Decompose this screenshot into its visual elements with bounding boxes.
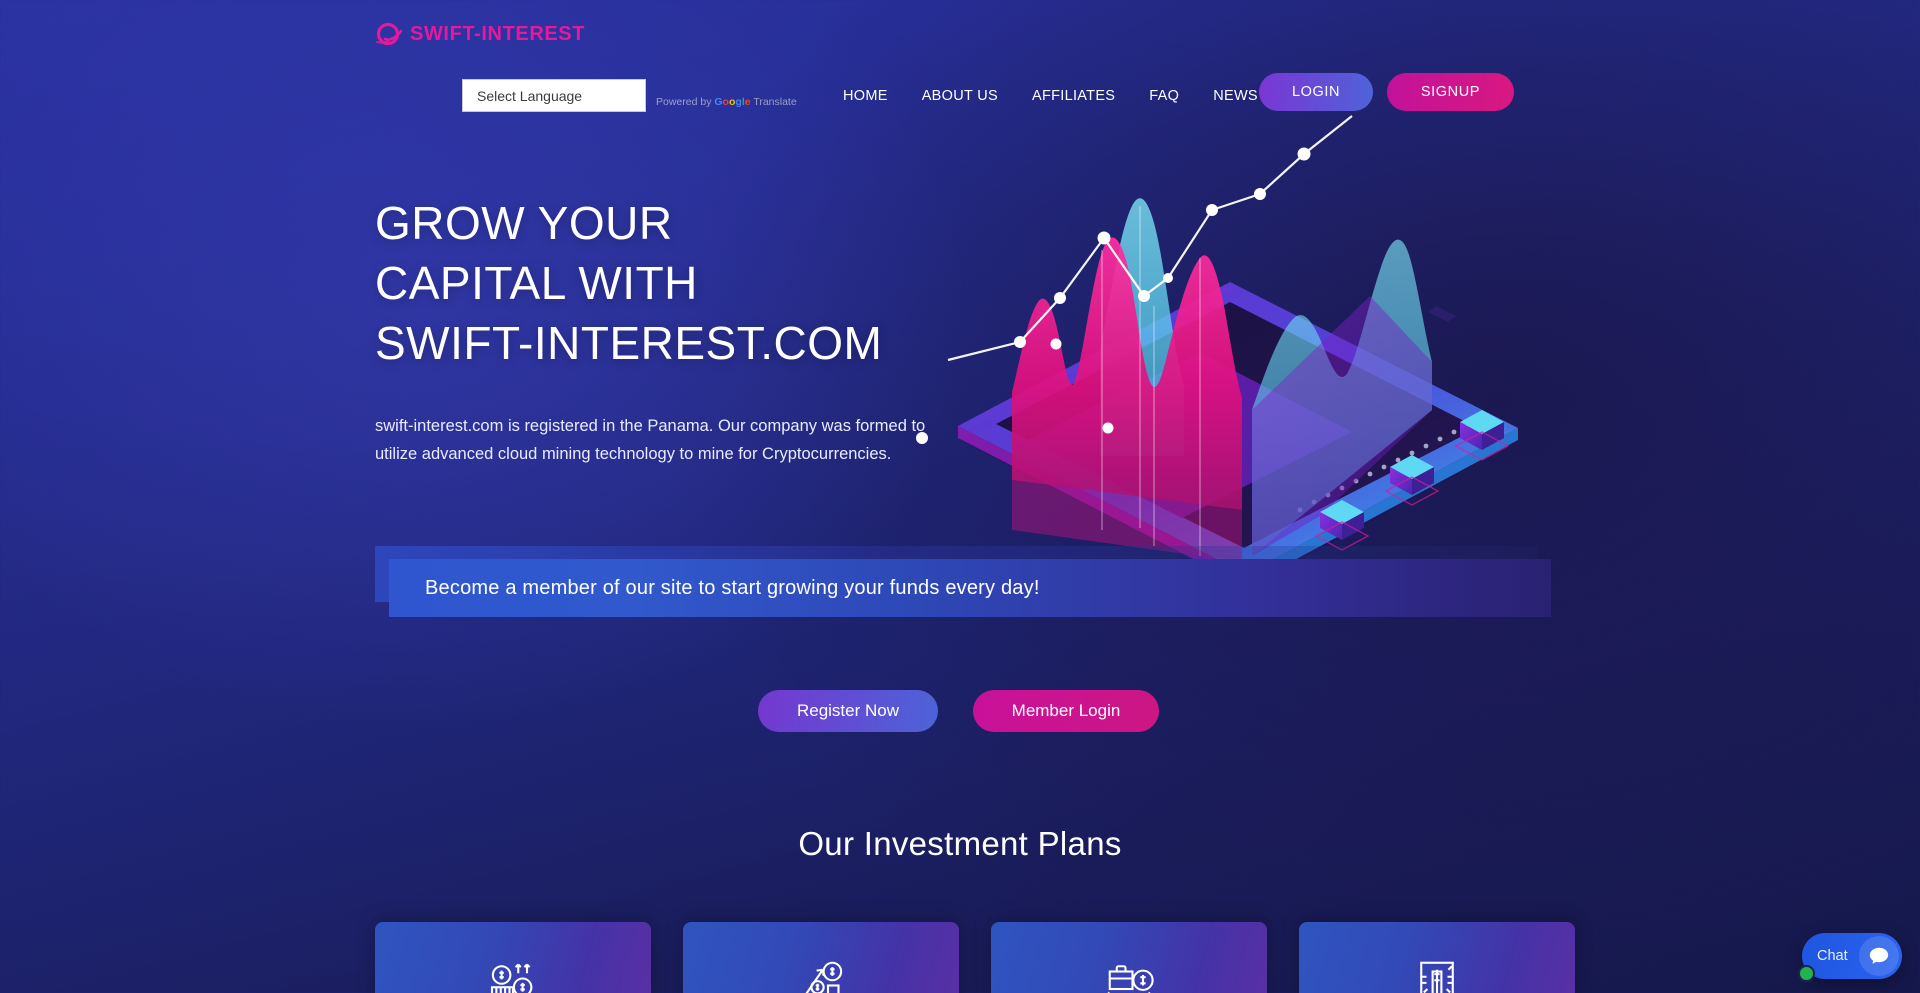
hero-banner: Become a member of our site to start gro…: [389, 559, 1551, 617]
hero-illustration: [916, 115, 1520, 588]
coins-stack-up-arrows-icon: [485, 954, 541, 993]
language-select[interactable]: Select Language: [462, 79, 646, 112]
login-button[interactable]: LOGIN: [1259, 73, 1373, 111]
google-logo-g1: G: [714, 96, 723, 108]
speech-bubble-icon: [1859, 936, 1899, 976]
google-logo-e: e: [744, 96, 751, 108]
nav-item-home[interactable]: HOME: [826, 82, 905, 110]
growth-chart-coins-icon: [793, 954, 849, 993]
investment-plans-title: Our Investment Plans: [798, 825, 1122, 862]
language-select-value: Select Language: [477, 87, 583, 104]
powered-prefix: Powered by: [656, 96, 712, 108]
google-translate-widget[interactable]: Select Language Powered by Google Transl…: [462, 79, 797, 112]
nav-item-faq[interactable]: FAQ: [1132, 82, 1196, 110]
signup-button[interactable]: SIGNUP: [1387, 73, 1514, 111]
hero-title-line-1: GROW YOUR: [375, 197, 673, 249]
chat-widget[interactable]: Chat: [1798, 933, 1902, 982]
hero-cta-row: Register Now Member Login: [758, 690, 1159, 732]
plan-card-1[interactable]: [375, 922, 651, 993]
nav-item-affiliates[interactable]: AFFILIATES: [1015, 82, 1132, 110]
hero-title-line-2: CAPITAL WITH: [375, 257, 698, 309]
hero-title-line-3: SWIFT-INTEREST.COM: [375, 317, 883, 369]
online-status-dot: [1798, 965, 1815, 982]
plan-card-4[interactable]: [1299, 922, 1575, 993]
powered-by-google-translate: Powered by Google Translate: [656, 79, 797, 108]
hero-description: swift-interest.com is registered in the …: [375, 417, 926, 463]
investment-plans-row: [375, 922, 1575, 993]
site-logo[interactable]: SWIFT-INTEREST: [376, 22, 585, 47]
certificate-dollar-icon: [1409, 954, 1465, 993]
register-now-button[interactable]: Register Now: [758, 690, 938, 732]
chat-label: Chat: [1817, 948, 1848, 964]
landing-page: SWIFT-INTEREST Select Language Powered b…: [0, 0, 1920, 993]
plan-card-3[interactable]: [991, 922, 1267, 993]
plan-card-2[interactable]: [683, 922, 959, 993]
nav-item-about-us[interactable]: ABOUT US: [905, 82, 1015, 110]
auth-buttons: LOGIN SIGNUP: [1259, 73, 1514, 111]
logo-text: SWIFT-INTEREST: [410, 23, 586, 45]
translate-word: Translate: [753, 96, 797, 108]
hero-banner-text: Become a member of our site to start gro…: [425, 576, 1040, 599]
member-login-button[interactable]: Member Login: [973, 690, 1159, 732]
page-title: GROW YOUR CAPITAL WITH SWIFT-INTEREST.CO…: [375, 193, 882, 373]
briefcase-dollar-coin-icon: [1101, 954, 1157, 993]
swoosh-circle-icon: [376, 22, 403, 47]
